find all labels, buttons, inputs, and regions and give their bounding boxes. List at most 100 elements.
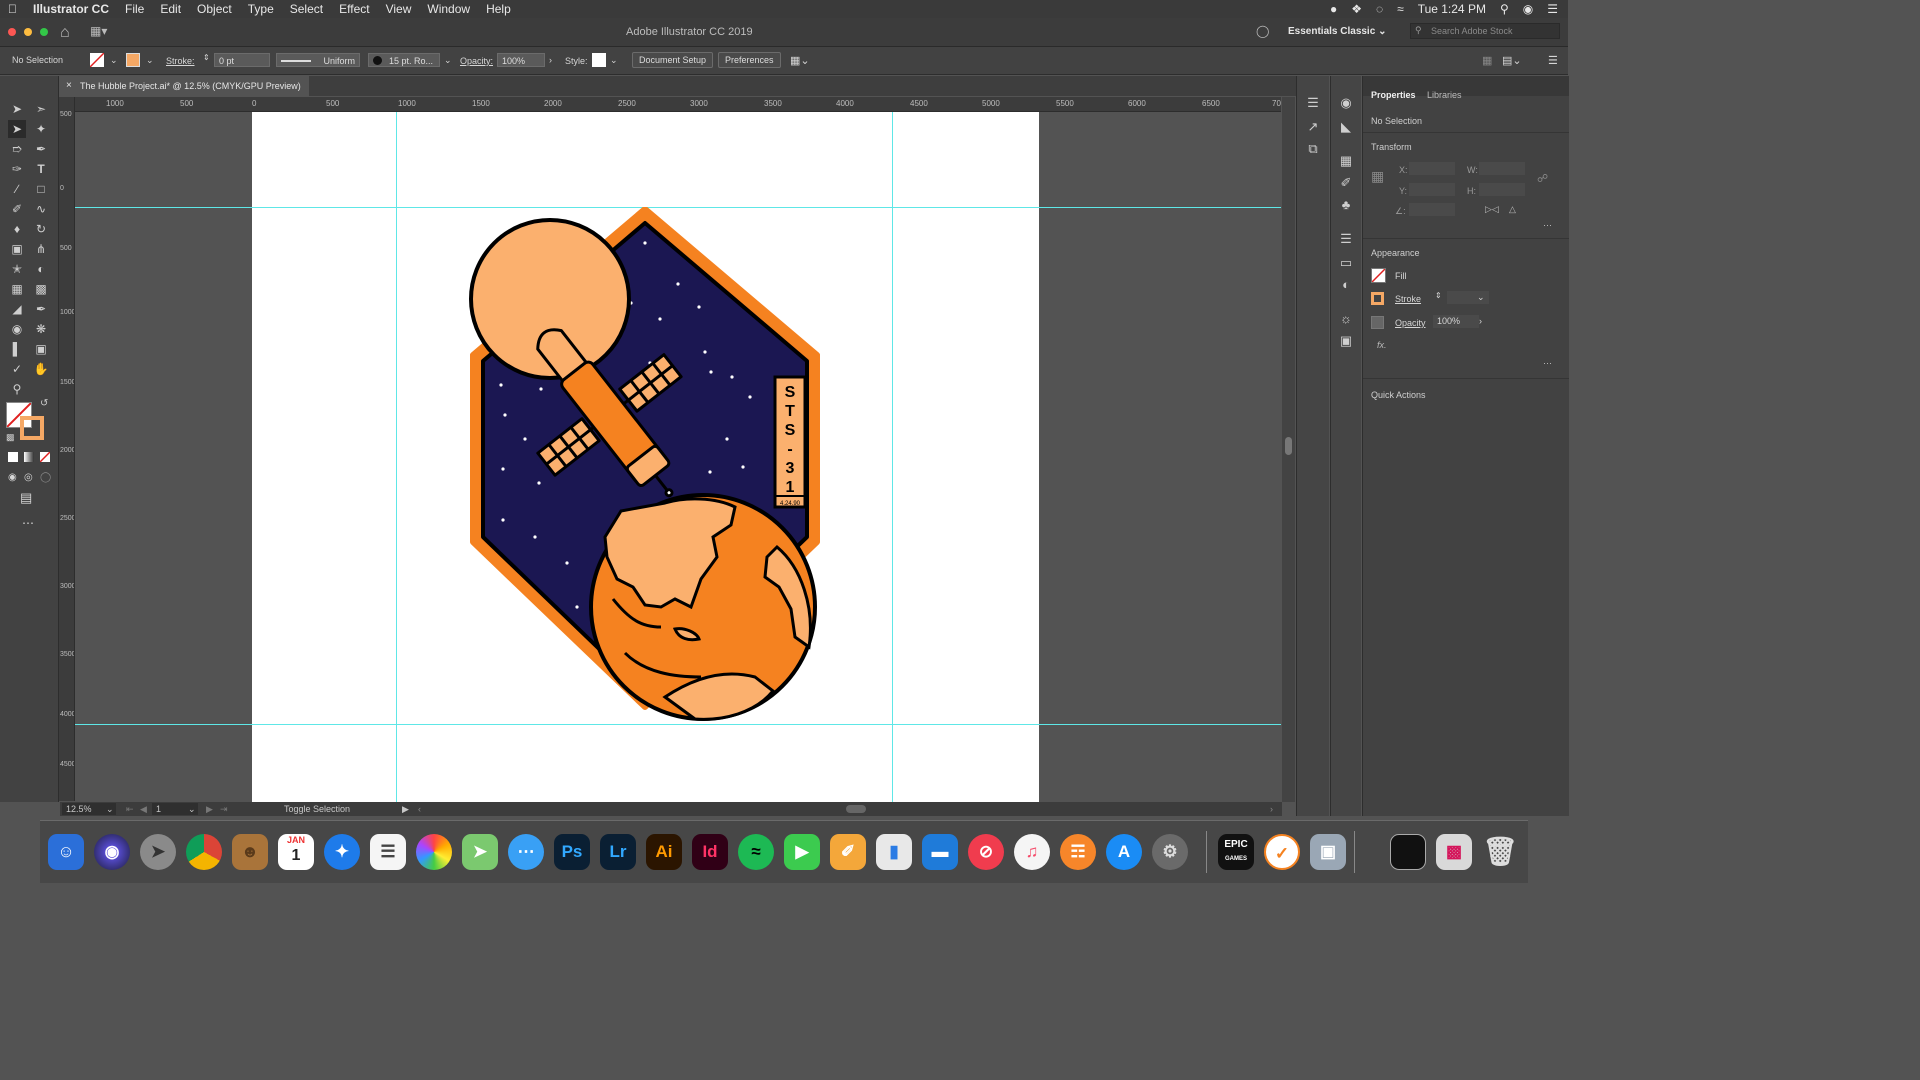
menu-select[interactable]: Select <box>282 2 331 16</box>
more-options-icon[interactable]: ⋯ <box>1543 358 1552 369</box>
stroke-weight-field[interactable]: 0 pt <box>214 53 270 67</box>
tab-libraries[interactable]: Libraries <box>1427 90 1462 100</box>
column-graph-tool-icon[interactable]: ▌ <box>8 340 26 358</box>
effects-fx-button[interactable]: fx. <box>1377 340 1387 350</box>
menu-object[interactable]: Object <box>189 2 240 16</box>
messages-icon[interactable]: ⋯ <box>508 834 544 870</box>
stroke-stepper-icon[interactable]: ⇕ <box>1435 291 1442 300</box>
flip-horizontal-icon[interactable]: ▷◁ <box>1485 204 1499 215</box>
appearance-stroke-swatch[interactable] <box>1371 292 1384 305</box>
vertical-scrollbar[interactable] <box>1282 97 1295 802</box>
photoshop-icon[interactable]: Ps <box>554 834 590 870</box>
variable-width-profile[interactable]: Uniform <box>276 53 360 67</box>
selection-tool-icon[interactable]: ➤ <box>8 100 26 118</box>
fill-swatch[interactable] <box>89 52 105 68</box>
direct-selection-tool-icon[interactable]: ➣ <box>32 100 50 118</box>
previous-artboard-icon[interactable]: ◀ <box>140 802 147 816</box>
horizontal-ruler[interactable]: 1000 500 0 500 1000 1500 2000 2500 3000 … <box>75 97 1281 112</box>
zoom-tool-icon[interactable]: ⚲ <box>8 380 26 398</box>
chrome-icon[interactable] <box>186 834 222 870</box>
maps-icon[interactable]: ➤ <box>462 834 498 870</box>
facetime-icon[interactable]: ▶ <box>784 834 820 870</box>
last-artboard-icon[interactable]: ⇥ <box>220 802 228 816</box>
stroke-stepper-icon[interactable]: ⇕ <box>203 53 210 62</box>
default-colors-icon[interactable]: ▩ <box>6 432 15 443</box>
height-field[interactable] <box>1479 183 1525 196</box>
gradient-panel-icon[interactable]: ▭ <box>1339 256 1353 270</box>
select-similar-icon[interactable]: ▦⌄ <box>790 54 810 67</box>
canvas[interactable]: S T S - 3 1 4.24.90 <box>75 112 1281 802</box>
panel-menu-icon[interactable]: ☰ <box>1548 54 1558 67</box>
arrange-icon[interactable]: ▦ <box>1482 54 1492 67</box>
next-artboard-icon[interactable]: ▶ <box>206 802 213 816</box>
draw-inside-icon[interactable]: ◯ <box>40 472 51 483</box>
calendar-icon[interactable]: JAN 1 <box>278 834 314 870</box>
artboard-tool-icon[interactable]: ▣ <box>32 340 50 358</box>
transparency-icon[interactable]: ◐ <box>1339 278 1353 292</box>
opacity-field[interactable]: 100% <box>497 53 545 67</box>
pages-icon[interactable]: ✐ <box>830 834 866 870</box>
close-window-button[interactable] <box>8 28 16 36</box>
opacity-swatch[interactable] <box>1371 316 1384 329</box>
scroll-left-icon[interactable]: ‹ <box>418 802 421 816</box>
menu-window[interactable]: Window <box>419 2 478 16</box>
magic-wand-tool-icon[interactable]: ✦ <box>32 120 50 138</box>
swap-colors-icon[interactable]: ↺ <box>40 398 48 409</box>
image-trace-icon[interactable]: ◣ <box>1339 120 1353 134</box>
menu-type[interactable]: Type <box>240 2 282 16</box>
arrange-documents-icon[interactable]: ▦▾ <box>90 24 107 38</box>
document-tab[interactable]: × The Hubble Project.ai* @ 12.5% (CMYK/G… <box>60 76 309 96</box>
status-menu-icon[interactable]: ▶ <box>402 802 409 816</box>
app-menu[interactable]: Illustrator CC <box>25 2 117 16</box>
flip-vertical-icon[interactable]: △ <box>1509 204 1516 215</box>
symbol-sprayer-tool-icon[interactable]: ❋ <box>32 320 50 338</box>
illustrator-icon[interactable]: Ai <box>646 834 682 870</box>
type-tool-icon[interactable]: T <box>32 160 50 178</box>
pen-tool-icon[interactable]: ✑ <box>8 160 26 178</box>
keynote-icon[interactable]: ▬ <box>922 834 958 870</box>
slice-tool-icon[interactable]: ✓ <box>8 360 26 378</box>
color-guide-icon[interactable]: ◉ <box>1339 96 1353 110</box>
draw-normal-icon[interactable]: ◉ <box>8 472 17 483</box>
gradient-mode-icon[interactable] <box>24 452 34 462</box>
menu-view[interactable]: View <box>378 2 420 16</box>
draw-behind-icon[interactable]: ◎ <box>24 472 33 483</box>
appearance-panel-icon[interactable]: ☼ <box>1339 312 1353 326</box>
width-field[interactable] <box>1479 162 1525 175</box>
photos-icon[interactable] <box>416 834 452 870</box>
opacity-label[interactable]: Opacity <box>1395 318 1426 328</box>
reminders-icon[interactable]: ☰ <box>370 834 406 870</box>
music-icon[interactable]: ♫ <box>1014 834 1050 870</box>
curvature-tool-icon[interactable]: ✒ <box>32 140 50 158</box>
system-preferences-icon[interactable]: ⚙ <box>1152 834 1188 870</box>
perspective-grid-tool-icon[interactable]: ▦ <box>8 280 26 298</box>
appearance-fill-swatch[interactable] <box>1371 268 1386 283</box>
first-artboard-icon[interactable]: ⇤ <box>126 802 134 816</box>
horizontal-scrollbar-thumb[interactable] <box>846 805 866 813</box>
edit-toolbar-icon[interactable]: ⋯ <box>22 516 34 530</box>
reference-point-icon[interactable]: ▦ <box>1371 168 1384 185</box>
scrollbar-thumb[interactable] <box>1285 437 1292 455</box>
chevron-down-icon[interactable]: ⌄ <box>444 55 452 66</box>
eraser-tool-icon[interactable]: ♦ <box>8 220 26 238</box>
lightbulb-icon[interactable]: ◯ <box>1256 24 1269 38</box>
gradient-tool-icon[interactable]: ◢ <box>8 300 26 318</box>
control-options-icon[interactable]: ▤⌄ <box>1502 54 1522 67</box>
minimize-window-button[interactable] <box>24 28 32 36</box>
preview-icon[interactable]: ▣ <box>1310 834 1346 870</box>
tab-properties[interactable]: Properties <box>1371 90 1416 100</box>
dropbox-icon[interactable]: ❖ <box>1351 2 1362 16</box>
shaper-tool-icon[interactable]: ∿ <box>32 200 50 218</box>
guide-vertical[interactable] <box>396 112 397 802</box>
screen-mode-icon[interactable]: ▤ <box>20 490 32 506</box>
opacity-field[interactable]: 100% <box>1433 315 1479 328</box>
stroke-swatch[interactable] <box>126 53 140 67</box>
news-icon[interactable]: ⊘ <box>968 834 1004 870</box>
app-store-icon[interactable]: A <box>1106 834 1142 870</box>
blend-tool-icon[interactable]: ◉ <box>8 320 26 338</box>
lasso-tool-icon[interactable]: ➱ <box>8 140 26 158</box>
scale-tool-icon[interactable]: ▣ <box>8 240 26 258</box>
stroke-label[interactable]: Stroke: <box>166 56 195 66</box>
menu-edit[interactable]: Edit <box>152 2 189 16</box>
more-options-icon[interactable]: ⋯ <box>1543 220 1552 231</box>
